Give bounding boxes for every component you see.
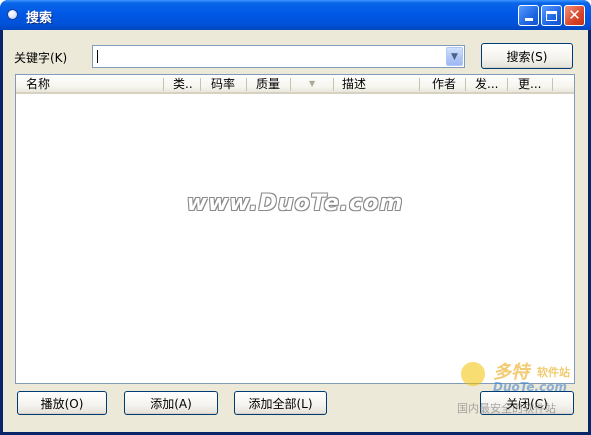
chevron-down-icon: ▼ <box>451 51 458 62</box>
column-separator[interactable] <box>419 78 420 91</box>
column-header-name[interactable]: 名称 <box>20 75 160 94</box>
column-header-description[interactable]: 描述 <box>336 75 416 94</box>
results-list[interactable]: 名称 类.. 码率 质量 ▼ 描述 作者 发... 更... www.DuoTe… <box>15 74 575 384</box>
maximize-button[interactable] <box>541 5 562 26</box>
add-all-button[interactable]: 添加全部(L) <box>234 391 327 415</box>
column-separator[interactable] <box>290 78 291 91</box>
keyword-combobox[interactable]: ▼ <box>92 45 465 68</box>
add-button[interactable]: 添加(A) <box>124 391 218 415</box>
column-separator[interactable] <box>552 78 553 91</box>
column-header-updated[interactable]: 更... <box>512 75 552 94</box>
logo-watermark: 多特 软件站 DuoTe.com 国内最安全的软件站 <box>455 354 590 424</box>
column-separator[interactable] <box>163 78 164 91</box>
column-separator[interactable] <box>465 78 466 91</box>
list-header: 名称 类.. 码率 质量 ▼ 描述 作者 发... 更... <box>16 75 574 94</box>
sort-arrow-icon: ▼ <box>309 79 316 88</box>
minimize-icon <box>524 18 533 21</box>
search-button[interactable]: 搜索(S) <box>481 43 573 69</box>
title-bar[interactable]: 搜索 ✕ <box>0 0 591 30</box>
column-separator[interactable] <box>200 78 201 91</box>
search-dialog-window: 搜索 ✕ 关键字(K) ▼ 搜索(S) 名称 类.. 码率 质量 ▼ 描述 作者… <box>0 0 591 435</box>
column-header-quality[interactable]: 质量 <box>250 75 290 94</box>
column-header-author[interactable]: 作者 <box>426 75 466 94</box>
play-button[interactable]: 播放(O) <box>17 391 107 415</box>
app-icon <box>7 9 18 20</box>
dialog-client-area: 关键字(K) ▼ 搜索(S) 名称 类.. 码率 质量 ▼ 描述 作者 发...… <box>3 30 588 432</box>
site-watermark: www.DuoTe.com <box>186 191 404 216</box>
logo-watermark-subtitle: 软件站 <box>537 366 570 379</box>
logo-watermark-domain: DuoTe.com <box>493 380 567 394</box>
window-title: 搜索 <box>26 11 53 26</box>
close-icon: ✕ <box>568 6 581 24</box>
logo-watermark-slogan: 国内最安全的软件站 <box>457 402 556 415</box>
column-separator[interactable] <box>246 78 247 91</box>
close-window-button[interactable]: ✕ <box>564 5 585 26</box>
minimize-button[interactable] <box>518 5 539 26</box>
text-caret <box>97 50 98 63</box>
column-header-type[interactable]: 类.. <box>167 75 199 94</box>
column-header-bitrate[interactable]: 码率 <box>205 75 245 94</box>
column-separator[interactable] <box>507 78 508 91</box>
maximize-icon <box>546 10 557 21</box>
mascot-icon <box>461 362 485 386</box>
dropdown-arrow-button[interactable]: ▼ <box>446 47 463 66</box>
column-header-published[interactable]: 发... <box>469 75 505 94</box>
column-separator[interactable] <box>333 78 334 91</box>
keyword-label: 关键字(K) <box>14 51 68 65</box>
